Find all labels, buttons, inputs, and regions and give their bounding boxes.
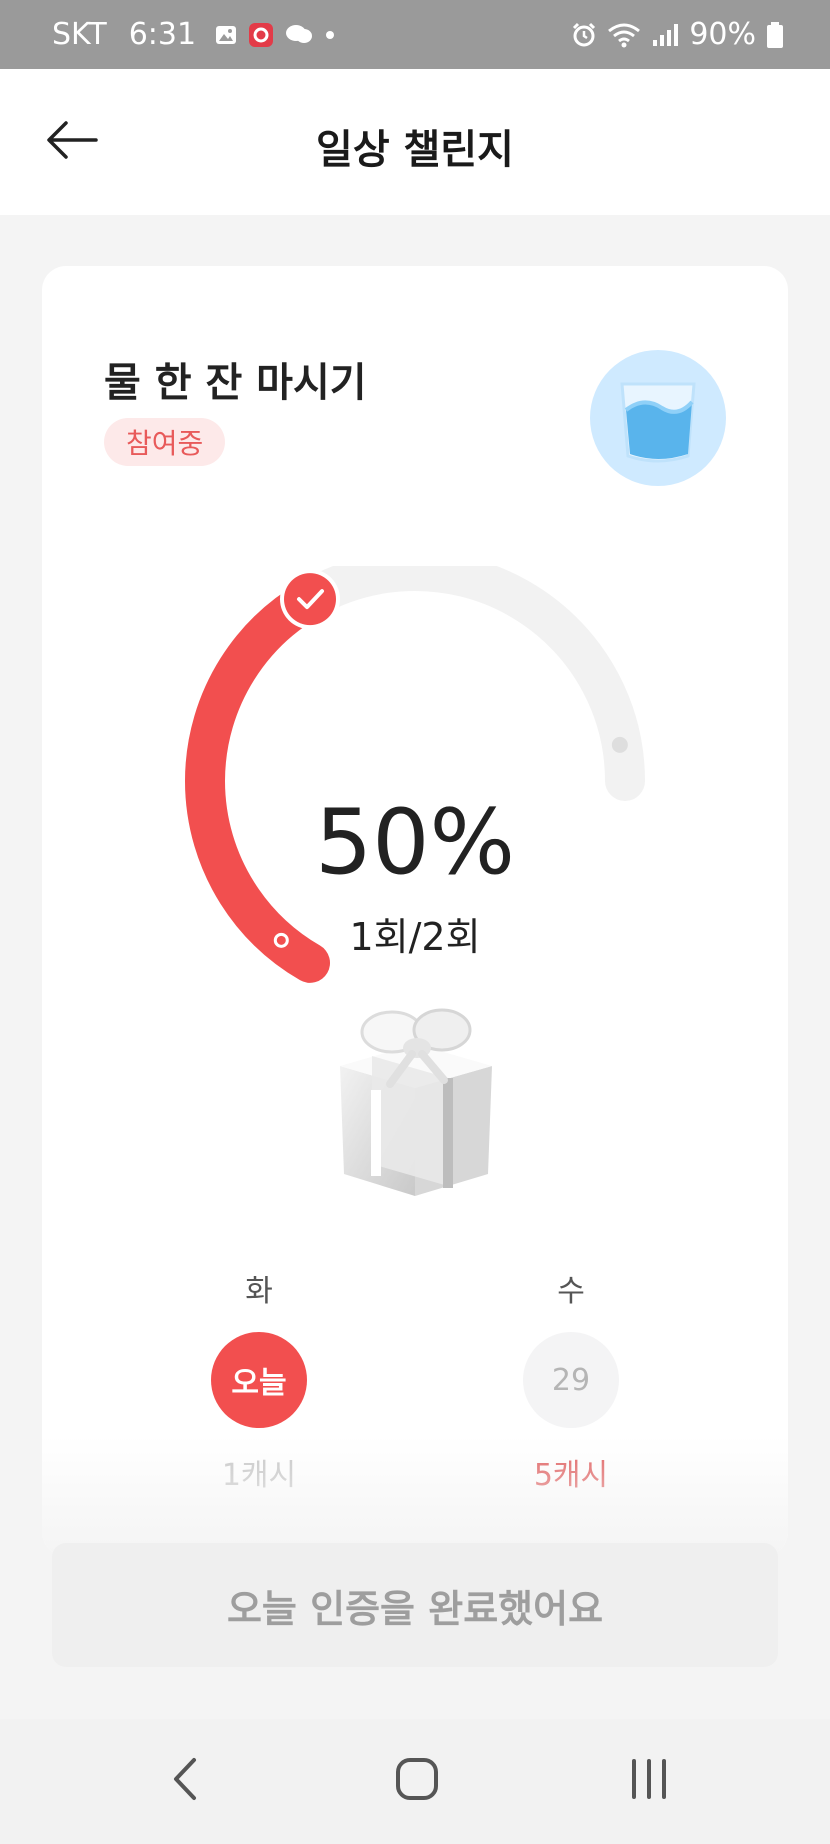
chat-bubble-icon xyxy=(284,22,314,48)
day-reward: 1캐시 xyxy=(221,1458,297,1493)
gauge-knob xyxy=(284,573,336,626)
battery-icon xyxy=(766,21,784,49)
status-right: 90% xyxy=(561,0,784,69)
nav-recents-icon xyxy=(628,1757,670,1805)
day-today-circle[interactable]: 오늘 xyxy=(211,1332,307,1428)
nav-recents-button[interactable] xyxy=(614,1749,684,1813)
notification-app-icon xyxy=(248,22,274,48)
progress-count: 1회/2회 xyxy=(349,915,481,959)
complete-verification-button[interactable]: 오늘 인증을 완료했어요 xyxy=(52,1543,778,1667)
nav-home-icon xyxy=(394,1756,440,1806)
gauge-end-marker xyxy=(611,736,628,753)
day-reward: 5캐시 xyxy=(533,1458,609,1493)
alarm-icon xyxy=(571,22,597,48)
signal-icon xyxy=(651,22,679,48)
battery-percent: 90% xyxy=(689,17,756,52)
clock-label: 6:31 xyxy=(128,17,197,52)
gift-box-icon xyxy=(320,996,510,1210)
app-header: 일상 챌린지 xyxy=(0,69,830,215)
nav-back-button[interactable] xyxy=(150,1749,220,1813)
page-title: 일상 챌린지 xyxy=(316,127,514,173)
weekday-label: 수 xyxy=(557,1274,585,1309)
challenge-title: 물 한 잔 마시기 xyxy=(104,360,367,406)
status-left: SKT 6:31 xyxy=(52,0,346,69)
day-future-circle[interactable]: 29 xyxy=(523,1332,619,1428)
challenge-card: 물 한 잔 마시기 참여중 50% 1회/2회 화 오늘 1캐시 수 29 5캐… xyxy=(42,266,788,1556)
water-glass-icon xyxy=(590,350,726,486)
image-icon xyxy=(214,23,238,47)
wifi-icon xyxy=(607,22,641,48)
carrier-label: SKT xyxy=(52,17,107,52)
status-badge: 참여중 xyxy=(104,418,226,466)
dot-icon xyxy=(324,29,336,41)
weekday-label: 화 xyxy=(245,1274,273,1309)
status-bar: SKT 6:31 90% xyxy=(0,0,830,69)
progress-percent: 50% xyxy=(314,790,516,895)
nav-back-icon xyxy=(170,1756,200,1806)
system-nav-bar xyxy=(0,1719,830,1844)
card-fade xyxy=(42,1436,788,1556)
nav-home-button[interactable] xyxy=(382,1749,452,1813)
